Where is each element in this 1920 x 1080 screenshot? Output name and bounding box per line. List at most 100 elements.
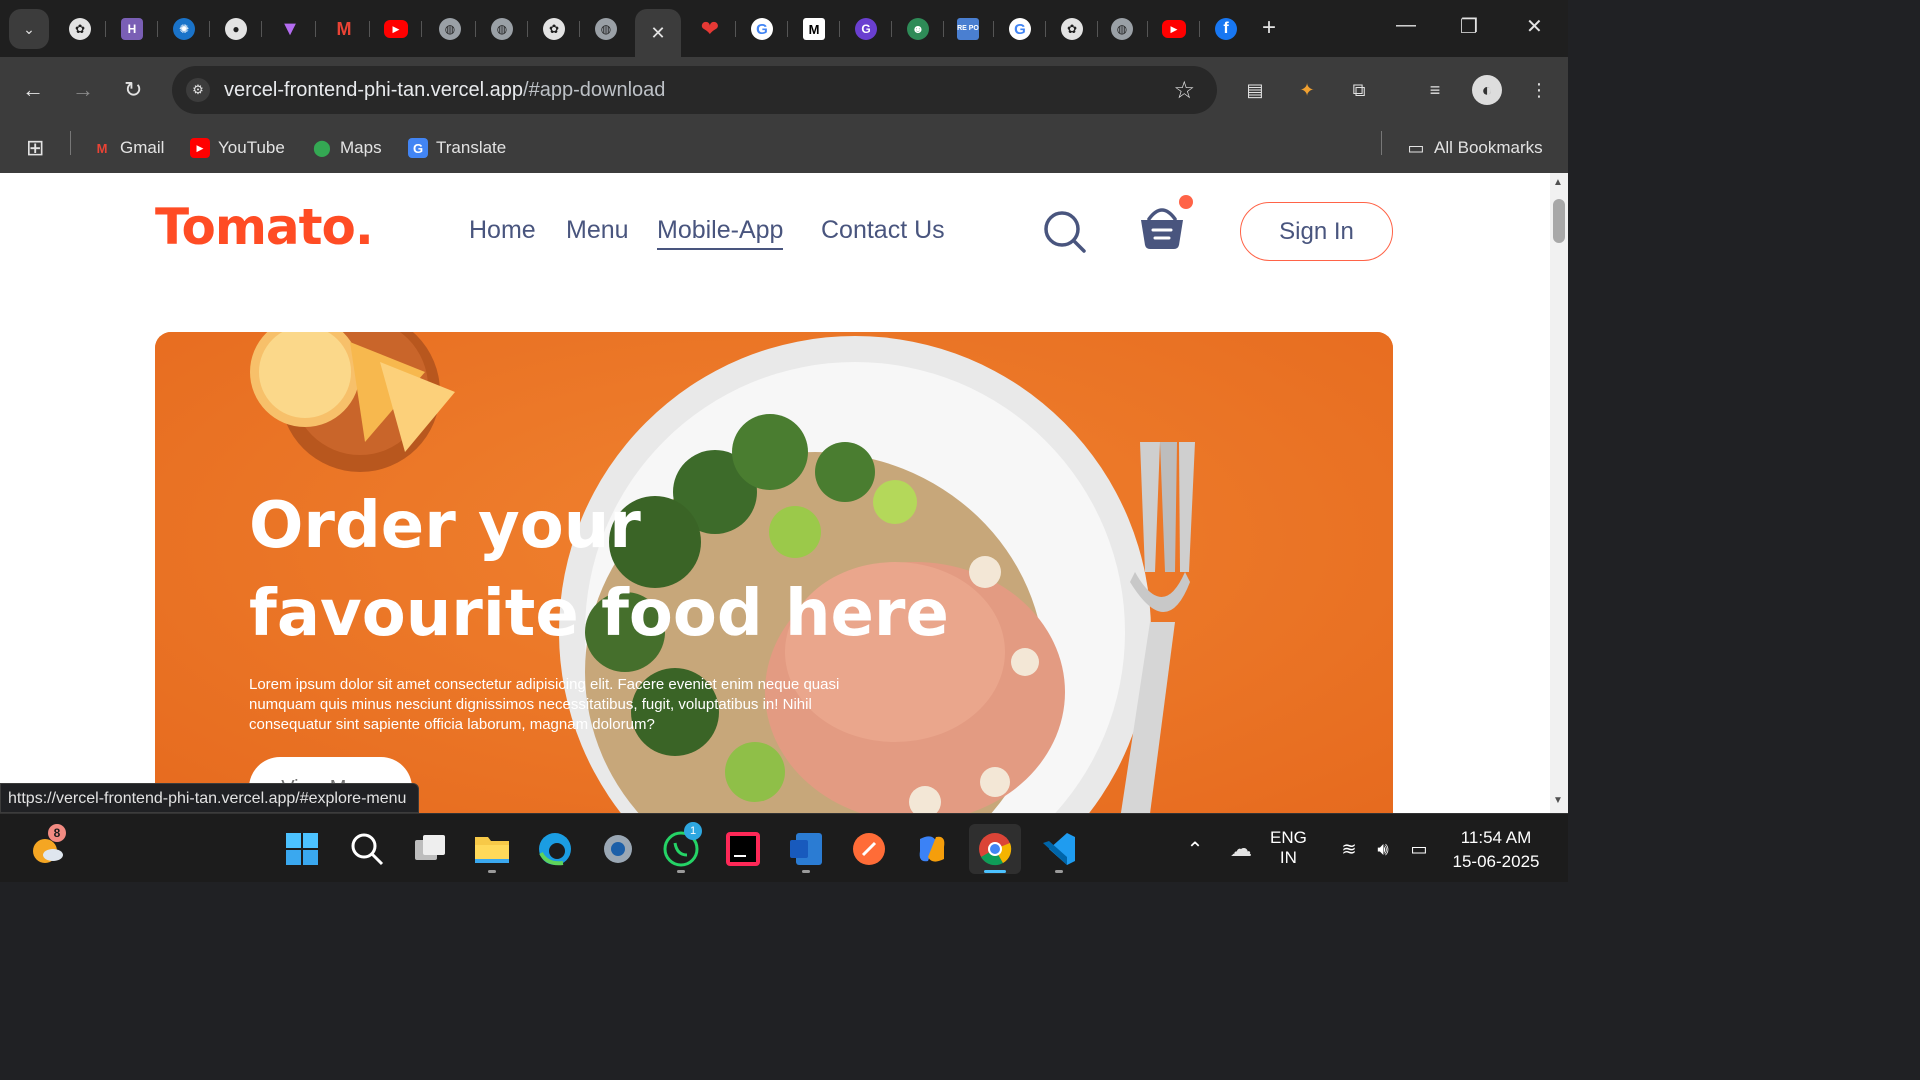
vscode-app[interactable]	[1040, 830, 1078, 868]
tab[interactable]: ◍	[476, 9, 528, 49]
nav-menu[interactable]: Menu	[566, 216, 629, 245]
wifi-icon[interactable]: ≋	[1330, 830, 1368, 868]
cast-extension-icon[interactable]: ▤	[1242, 77, 1268, 103]
tab[interactable]: G	[840, 9, 892, 49]
tab[interactable]: ▶	[1148, 9, 1200, 49]
bookmark-gmail[interactable]: M Gmail	[92, 136, 165, 160]
tab[interactable]: ✿	[528, 9, 580, 49]
circle-g-icon: G	[855, 18, 877, 40]
arrow-left-icon: ←	[22, 77, 44, 102]
search-icon[interactable]	[1043, 210, 1087, 254]
close-window-button[interactable]: ✕	[1526, 14, 1543, 39]
all-bookmarks[interactable]: ▭ All Bookmarks	[1406, 136, 1542, 160]
tab-strip: ⌄ ✿ H ✺ ● ▼ M ▶ ◍ ◍ ✿ ◍ ✕ ❤ G M G ☻ RE P…	[0, 0, 1568, 57]
tab[interactable]: ◍	[1096, 9, 1148, 49]
sign-in-button[interactable]: Sign In	[1240, 202, 1393, 261]
reload-button[interactable]: ↻	[124, 77, 142, 103]
scroll-up-icon[interactable]: ▲	[1553, 177, 1563, 188]
taskbar-search[interactable]	[348, 830, 386, 868]
copilot-app[interactable]	[913, 830, 951, 868]
tab[interactable]: H	[106, 9, 158, 49]
basket-icon[interactable]	[1139, 205, 1185, 251]
reload-icon: ↻	[124, 77, 143, 102]
profile-avatar[interactable]: ◐	[1472, 75, 1502, 105]
scroll-thumb[interactable]	[1553, 199, 1565, 243]
nav-contact-us[interactable]: Contact Us	[821, 216, 945, 245]
youtube-icon: ▶	[1162, 20, 1186, 38]
restore-button[interactable]: ❐	[1460, 14, 1478, 39]
bookmark-translate[interactable]: G Translate	[408, 136, 506, 160]
address-bar[interactable]: ⚙ vercel-frontend-phi-tan.vercel.app/#ap…	[172, 66, 1217, 114]
color-extension-icon[interactable]: ✦	[1294, 77, 1320, 103]
tab[interactable]: ✺	[158, 9, 210, 49]
tab[interactable]: ❤	[684, 9, 736, 49]
word-app[interactable]	[787, 830, 825, 868]
close-icon[interactable]: ✕	[647, 22, 669, 44]
hero-title: Order your favourite food here	[249, 489, 949, 651]
tab[interactable]: G	[994, 9, 1046, 49]
task-view-button[interactable]	[411, 830, 449, 868]
page-viewport: Tomato. Home Menu Mobile-App Contact Us …	[0, 173, 1550, 813]
copilot-icon	[919, 836, 945, 862]
tab[interactable]: ▶	[370, 9, 422, 49]
bookmark-maps[interactable]: ⬤ Maps	[312, 136, 382, 160]
chrome-app[interactable]	[969, 824, 1021, 874]
settings-app[interactable]	[599, 830, 637, 868]
url-text[interactable]: vercel-frontend-phi-tan.vercel.app/#app-…	[224, 79, 665, 102]
tab[interactable]: ◍	[424, 9, 476, 49]
start-button[interactable]	[283, 830, 321, 868]
battery-icon[interactable]: ▭	[1400, 830, 1438, 868]
tab-search-button[interactable]: ⌄	[9, 9, 49, 49]
tab[interactable]: f	[1200, 9, 1252, 49]
tab[interactable]: G	[736, 9, 788, 49]
nav-home[interactable]: Home	[469, 216, 536, 245]
intellij-app[interactable]	[724, 830, 762, 868]
translate-icon: G	[408, 138, 428, 158]
file-explorer-app[interactable]	[473, 830, 511, 868]
nav-mobile-app[interactable]: Mobile-App	[657, 216, 784, 250]
whatsapp-app[interactable]: 1	[662, 822, 702, 868]
tab[interactable]: RE PO	[942, 9, 994, 49]
cart-badge-dot	[1179, 195, 1193, 209]
tab[interactable]: ◍	[580, 9, 632, 49]
back-button[interactable]: ←	[22, 77, 44, 103]
scroll-down-icon[interactable]: ▼	[1553, 795, 1563, 806]
repo-icon: RE PO	[957, 18, 979, 40]
apps-grid-icon[interactable]: ⊞	[26, 135, 44, 160]
globe-icon: ◍	[595, 18, 617, 40]
tab[interactable]: M	[788, 9, 840, 49]
youtube-icon: ▶	[190, 138, 210, 158]
clock[interactable]: 11:54 AM 15-06-2025	[1448, 826, 1544, 874]
onedrive-icon[interactable]: ☁	[1222, 830, 1260, 868]
tab[interactable]: ☻	[892, 9, 944, 49]
bookmark-star-icon[interactable]: ☆	[1173, 76, 1195, 105]
weather-widget[interactable]: 8	[28, 824, 66, 868]
tab[interactable]: ●	[210, 9, 262, 49]
new-tab-button[interactable]: +	[1262, 16, 1276, 40]
media-control-icon[interactable]: ≡	[1422, 77, 1448, 103]
menu-kebab-icon[interactable]: ⋮	[1526, 77, 1552, 103]
tab[interactable]: ✿	[54, 9, 106, 49]
forward-button[interactable]: →	[72, 77, 94, 103]
hero-banner: Order your favourite food here Lorem ipsu…	[155, 332, 1393, 813]
language-indicator[interactable]: ENG IN	[1270, 828, 1307, 868]
postman-icon	[853, 833, 885, 865]
show-hidden-icons-button[interactable]: ⌃	[1176, 830, 1214, 868]
github-icon: ●	[225, 18, 247, 40]
mascot-icon: ☻	[907, 18, 929, 40]
site-logo[interactable]: Tomato.	[155, 198, 374, 256]
tab[interactable]: M	[318, 9, 370, 49]
volume-icon[interactable]: 🔊︎	[1364, 830, 1402, 868]
page-scrollbar[interactable]: ▲ ▼	[1550, 173, 1568, 813]
minimize-button[interactable]: —	[1396, 14, 1416, 37]
edge-app[interactable]	[536, 830, 574, 868]
extensions-puzzle-icon[interactable]: ⧉	[1346, 77, 1372, 103]
tab[interactable]: ✿	[1046, 9, 1098, 49]
postman-app[interactable]	[850, 830, 888, 868]
bookmark-youtube[interactable]: ▶ YouTube	[190, 136, 285, 160]
weather-badge: 8	[48, 824, 66, 842]
tab-active[interactable]: ✕	[635, 9, 681, 57]
tab[interactable]: ▼	[264, 9, 316, 49]
folder-icon: ▭	[1407, 137, 1425, 158]
site-settings-icon[interactable]: ⚙	[186, 78, 210, 102]
